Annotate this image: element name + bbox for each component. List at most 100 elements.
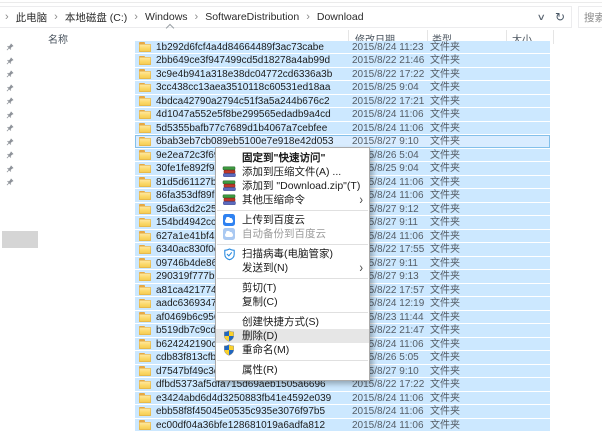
- pin-icon: [5, 178, 14, 187]
- breadcrumb-item[interactable]: SoftwareDistribution: [205, 11, 299, 23]
- file-type: 文件夹: [430, 216, 460, 229]
- file-row[interactable]: 5d5355bafb77c7689d1b4067a7cebfee 2015/8/2…: [0, 122, 602, 136]
- pin-icon: [5, 57, 14, 66]
- folder-icon: [139, 299, 151, 309]
- file-type: 文件夹: [430, 324, 460, 337]
- menu-item-label: 自动备份到百度云: [242, 227, 326, 241]
- file-type: 文件夹: [430, 135, 460, 148]
- file-name: 4d1047a552e5f8be299565edadb9a4cd: [156, 108, 331, 121]
- folder-icon: [139, 420, 151, 430]
- pin-icon: [5, 165, 14, 174]
- menu-item-label: 发送到(N): [242, 261, 288, 275]
- file-date: 2015/8/24 11:06: [352, 108, 424, 121]
- menu-separator: [217, 210, 368, 211]
- pin-icon: [5, 43, 14, 52]
- file-type: 文件夹: [430, 378, 460, 391]
- folder-icon: [139, 380, 151, 390]
- pin-icon: [5, 124, 14, 133]
- breadcrumb-separator-icon: ›: [306, 11, 310, 23]
- winrar-icon: [222, 180, 236, 192]
- menu-item-auto-backup-to-baidu-cloud[interactable]: 自动备份到百度云: [216, 227, 369, 241]
- file-name: 3cc438cc13aea3510118c60531ed18aa: [156, 81, 330, 94]
- file-type: 文件夹: [430, 419, 460, 432]
- file-row[interactable]: 4d1047a552e5f8be299565edadb9a4cd 2015/8/2…: [0, 108, 602, 122]
- folder-icon: [139, 393, 151, 403]
- file-name: 5d5355bafb77c7689d1b4067a7cebfee: [156, 122, 327, 135]
- menu-item-label: 删除(D): [242, 329, 278, 343]
- file-type: 文件夹: [430, 351, 460, 364]
- file-row[interactable]: 3cc438cc13aea3510118c60531ed18aa 2015/8/2…: [0, 81, 602, 95]
- menu-item-upload-to-baidu-cloud[interactable]: 上传到百度云: [216, 213, 369, 227]
- folder-icon: [139, 312, 151, 322]
- breadcrumb-item[interactable]: Download: [317, 11, 364, 23]
- winrar-icon: [222, 194, 236, 206]
- breadcrumb-item[interactable]: 本地磁盘 (C:): [65, 10, 127, 25]
- file-row[interactable]: ebb58f8f45045e0535c935e3076f97b52015/8/2…: [0, 405, 602, 419]
- menu-item-delete[interactable]: 删除(D): [216, 329, 369, 343]
- file-type: 文件夹: [430, 95, 460, 108]
- menu-item-properties[interactable]: 属性(R): [216, 363, 369, 377]
- search-input[interactable]: 搜索"Do: [578, 6, 602, 28]
- folder-icon: [139, 42, 151, 52]
- pc-manager-shield-icon: [223, 248, 236, 261]
- pin-icon: [5, 70, 14, 79]
- menu-item-add-to-download-zip[interactable]: 添加到 "Download.zip"(T): [216, 179, 369, 193]
- file-type: 文件夹: [430, 405, 460, 418]
- menu-item-other-compression-commands[interactable]: 其他压缩命令›: [216, 193, 369, 207]
- file-row[interactable]: 3c9e4b941a318e38dc04772cd6336a3b 2015/8/2…: [0, 68, 602, 82]
- file-row[interactable]: e3424abd6d4d3250883fb41e4592e0392015/8/2…: [0, 392, 602, 406]
- folder-icon: [139, 258, 151, 268]
- file-name: ec00df04a36bfe128681019a6adfa812: [156, 419, 325, 432]
- submenu-arrow-icon: ›: [359, 191, 363, 209]
- uac-shield-icon: [223, 330, 235, 342]
- pin-icon: [5, 84, 14, 93]
- menu-item-send-to[interactable]: 发送到(N)›: [216, 261, 369, 275]
- folder-icon: [139, 83, 151, 93]
- menu-item-rename[interactable]: 重命名(M): [216, 343, 369, 357]
- menu-item-label: 属性(R): [242, 363, 278, 377]
- menu-item-cut[interactable]: 剪切(T): [216, 281, 369, 295]
- address-bar[interactable]: › 此电脑›本地磁盘 (C:)›Windows›SoftwareDistribu…: [0, 6, 572, 28]
- address-dropdown-icon[interactable]: ∨: [537, 12, 546, 23]
- menu-item-label: 添加到压缩文件(A) ...: [242, 165, 341, 179]
- menu-item-pin-to-quick-access[interactable]: 固定到"快速访问": [216, 151, 369, 165]
- folder-icon: [139, 177, 151, 187]
- breadcrumb-item[interactable]: Windows: [145, 11, 188, 23]
- menu-item-scan-virus-pc-manager[interactable]: 扫描病毒(电脑管家): [216, 247, 369, 261]
- file-type: 文件夹: [430, 311, 460, 324]
- menu-item-create-shortcut[interactable]: 创建快捷方式(S): [216, 315, 369, 329]
- file-type: 文件夹: [430, 176, 460, 189]
- folder-icon: [139, 164, 151, 174]
- file-type: 文件夹: [430, 68, 460, 81]
- file-date: 2015/8/24 11:06: [352, 419, 424, 432]
- file-date: 2015/8/22 17:21: [352, 95, 424, 108]
- menu-item-label: 剪切(T): [242, 281, 276, 295]
- file-name: 3c9e4b941a318e38dc04772cd6336a3b: [156, 68, 332, 81]
- breadcrumb-leading-chevron-icon: ›: [5, 11, 9, 23]
- folder-icon: [139, 191, 151, 201]
- file-name: 2bb649ce3f947499cd5d18278a4ab99d: [156, 54, 330, 67]
- file-row[interactable]: 1b292d6fcf4a4d84664489f3ac73cabe2015/8/2…: [0, 41, 602, 55]
- menu-item-copy[interactable]: 复制(C): [216, 295, 369, 309]
- file-type: 文件夹: [430, 162, 460, 175]
- file-type: 文件夹: [430, 392, 460, 405]
- file-type: 文件夹: [430, 243, 460, 256]
- file-row[interactable]: 2bb649ce3f947499cd5d18278a4ab99d2015/8/2…: [0, 54, 602, 68]
- file-type: 文件夹: [430, 189, 460, 202]
- file-date: 2015/8/25 9:04: [352, 81, 419, 94]
- refresh-icon[interactable]: ↻: [555, 10, 565, 24]
- folder-icon: [139, 96, 151, 106]
- file-row[interactable]: ec00df04a36bfe128681019a6adfa812 2015/8/2…: [0, 419, 602, 432]
- breadcrumb-item[interactable]: 此电脑: [16, 10, 48, 25]
- uac-shield-icon: [223, 344, 235, 356]
- file-date: 2015/8/24 11:06: [352, 122, 424, 135]
- file-type: 文件夹: [430, 230, 460, 243]
- file-row[interactable]: 4bdca42790a2794c51f3a5a244b676c22015/8/2…: [0, 95, 602, 109]
- menu-item-add-to-archive[interactable]: 添加到压缩文件(A) ...: [216, 165, 369, 179]
- folder-icon: [139, 56, 151, 66]
- nav-pane-remnant: [2, 231, 38, 248]
- menu-item-label: 复制(C): [242, 295, 278, 309]
- menu-separator: [217, 312, 368, 313]
- file-date: 2015/8/22 17:22: [352, 68, 424, 81]
- folder-icon: [139, 204, 151, 214]
